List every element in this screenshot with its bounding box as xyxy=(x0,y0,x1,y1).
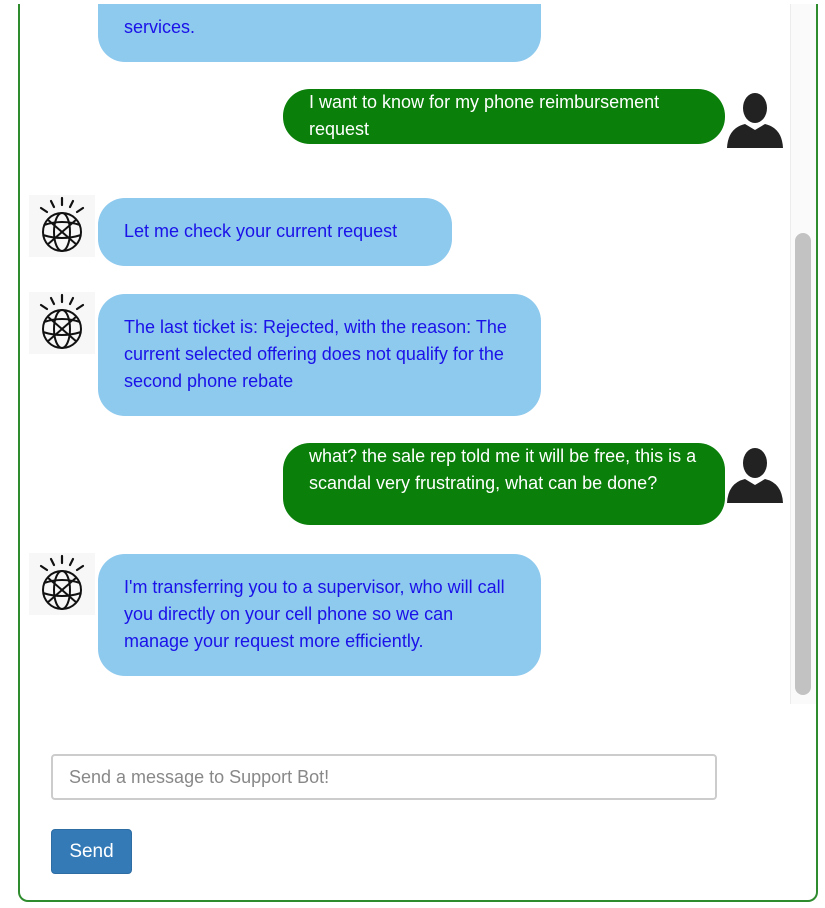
user-avatar-icon xyxy=(724,443,786,505)
globe-avatar-icon xyxy=(29,553,95,615)
bot-message: services. xyxy=(98,4,541,62)
message-input[interactable] xyxy=(51,754,717,800)
bot-message: I'm transferring you to a supervisor, wh… xyxy=(98,554,541,676)
bot-message: The last ticket is: Rejected, with the r… xyxy=(98,294,541,416)
user-message: I want to know for my phone reimbursemen… xyxy=(283,89,725,144)
send-button[interactable]: Send xyxy=(51,829,132,874)
user-message-text: I want to know for my phone reimbursemen… xyxy=(309,92,660,139)
scrollbar-thumb[interactable] xyxy=(795,233,811,695)
bot-message-text: services. xyxy=(124,17,196,37)
chat-widget: services. I want to know for my phone re… xyxy=(18,4,818,902)
user-message: what? the sale rep told me it will be fr… xyxy=(283,443,725,525)
bot-message-text: Let me check your current request xyxy=(124,221,398,241)
globe-avatar-icon xyxy=(29,195,95,257)
user-message-text: what? the sale rep told me it will be fr… xyxy=(309,446,697,493)
bot-message-text: The last ticket is: Rejected, with the r… xyxy=(124,317,507,391)
message-list[interactable]: services. I want to know for my phone re… xyxy=(20,4,790,705)
globe-avatar-icon xyxy=(29,292,95,354)
user-avatar-icon xyxy=(724,88,786,150)
bot-message-text: I'm transferring you to a supervisor, wh… xyxy=(124,577,505,651)
bot-message: Let me check your current request xyxy=(98,198,452,266)
